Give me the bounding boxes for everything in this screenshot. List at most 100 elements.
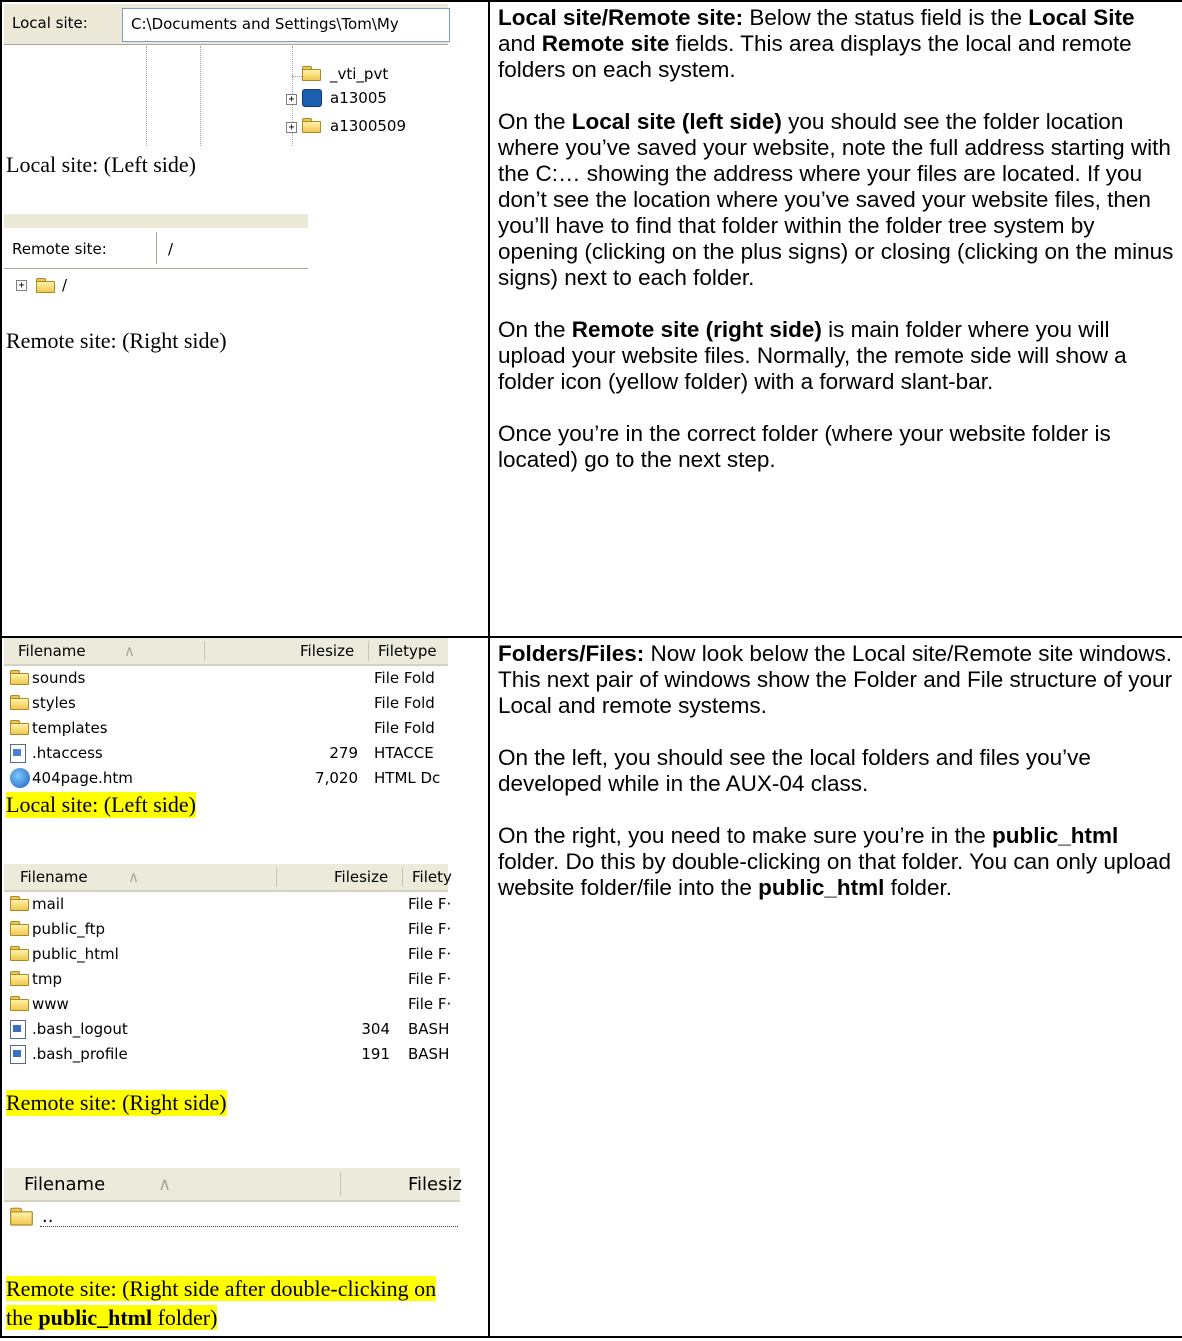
local-list-header: Filename ∧ Filesize Filetype [4, 638, 448, 666]
bold-text: public_html [758, 875, 885, 900]
text-cell-file-lists: Folders/Files: Now look below the Local … [488, 636, 1182, 1338]
folder-icon [10, 996, 29, 1011]
list-item-type: File Fold [374, 694, 435, 712]
list-item[interactable]: mail File F· [10, 892, 452, 916]
list-item-name: .bash_profile [32, 1045, 128, 1063]
text: On the [498, 109, 572, 134]
column-header-filename[interactable]: Filename [20, 868, 88, 886]
folder-icon [302, 118, 321, 133]
folder-icon [10, 720, 29, 735]
list-item-name: www [32, 995, 69, 1013]
text: you should see the folder location where… [498, 109, 1174, 290]
paragraph: On the Remote site (right side) is main … [498, 317, 1176, 395]
local-site-path-field[interactable]: C:\Documents and Settings\Tom\My [122, 8, 450, 42]
paragraph: On the Local site (left side) you should… [498, 109, 1176, 291]
tree-item[interactable]: _vti_pvt [302, 62, 452, 86]
tree-item[interactable]: a1300509 [302, 114, 452, 138]
list-item-name: sounds [32, 669, 86, 687]
list-item-type: HTACCE [374, 744, 434, 762]
folder-icon [10, 896, 29, 911]
tree-item[interactable]: a13005 [302, 86, 452, 110]
list-item-type: BASH [408, 1020, 450, 1038]
column-header-filename[interactable]: Filename [18, 642, 86, 660]
tree-item-label: a13005 [330, 89, 387, 107]
list-item-name: .htaccess [32, 744, 103, 762]
list-item-name: public_html [32, 945, 119, 963]
list-item[interactable]: 404page.htm 7,020 HTML Dc [10, 766, 450, 790]
expand-plus-icon[interactable]: + [16, 280, 27, 291]
column-header-filetype[interactable]: Filetype [378, 642, 437, 660]
list-item-name: .. [42, 1206, 54, 1227]
local-list-caption: Local site: (Left side) [6, 792, 196, 818]
table-row: Local site: C:\Documents and Settings\To… [0, 0, 1182, 638]
list-item[interactable]: .bash_profile 191 BASH [10, 1042, 450, 1066]
list-item-type: File F· [408, 895, 452, 913]
folder-icon [10, 946, 29, 961]
list-item-name: 404page.htm [32, 769, 133, 787]
text: Below the status field is the [743, 5, 1029, 30]
column-header-filesize[interactable]: Filesiz [408, 1174, 462, 1195]
caption-bold: public_html [38, 1305, 153, 1330]
remote-site-caption: Remote site: (Right side) [6, 328, 227, 353]
paragraph: Once you’re in the correct folder (where… [498, 421, 1176, 473]
screenshot-cell-file-lists: Filename ∧ Filesize Filetype sounds File … [0, 636, 490, 1338]
text: On the left, you should see the local fo… [498, 745, 1091, 796]
bold-text: Local site/Remote site: [498, 5, 744, 30]
column-header-filesize[interactable]: Filesize [334, 868, 388, 886]
document-page: Local site: C:\Documents and Settings\To… [0, 0, 1182, 1341]
remote-site-path[interactable]: / [168, 240, 173, 258]
list-item[interactable]: public_ftp File F· [10, 917, 452, 941]
expand-plus-icon[interactable]: + [286, 94, 297, 105]
folder-icon [36, 278, 55, 293]
text: On the [498, 317, 572, 342]
list-item[interactable]: sounds File Fold [10, 666, 450, 690]
folder-icon [10, 670, 29, 685]
list-item-type: File F· [408, 920, 452, 938]
local-site-path: C:\Documents and Settings\Tom\My [131, 15, 399, 33]
caption-text: folder) [152, 1305, 218, 1330]
list-item-type: File F· [408, 970, 452, 988]
web-folder-icon [302, 89, 322, 107]
remote-list-after-header: Filename ∧ Filesiz [4, 1168, 462, 1202]
bold-text: Local Site [1028, 5, 1135, 30]
list-item[interactable]: www File F· [10, 992, 451, 1016]
column-header-filetype[interactable]: Filety [412, 868, 452, 886]
local-site-caption: Local site: (Left side) [6, 152, 196, 177]
folder-icon [10, 695, 29, 710]
tree-item-label: _vti_pvt [330, 65, 389, 83]
bold-text: Folders/Files: [498, 641, 645, 666]
list-item[interactable]: tmp File F· [10, 967, 452, 991]
column-header-filename[interactable]: Filename [24, 1174, 105, 1195]
list-item-size: 191 [361, 1045, 390, 1063]
list-item-name: tmp [32, 970, 63, 988]
list-item[interactable]: .bash_logout 304 BASH [10, 1017, 450, 1041]
screenshot-cell-site-fields: Local site: C:\Documents and Settings\To… [0, 0, 490, 638]
list-item[interactable]: templates File Fold [10, 716, 450, 740]
folder-icon [10, 921, 29, 936]
list-item-name: templates [32, 719, 108, 737]
paragraph: On the left, you should see the local fo… [498, 745, 1176, 797]
bold-text: Remote site (right side) [571, 317, 822, 342]
column-header-filesize[interactable]: Filesize [300, 642, 354, 660]
text: Once you’re in the correct folder (where… [498, 421, 1111, 472]
file-icon [10, 744, 26, 763]
table-row: Filename ∧ Filesize Filetype sounds File … [0, 636, 1182, 1338]
expand-plus-icon[interactable]: + [286, 122, 297, 133]
bold-text: Local site (left side) [571, 109, 782, 134]
list-item-name: styles [32, 694, 76, 712]
bold-text: public_html [992, 823, 1119, 848]
text: On the right, you need to make sure you’… [498, 823, 993, 848]
list-item[interactable]: public_html File F· [10, 942, 452, 966]
remote-tree-root[interactable]: / [62, 276, 67, 294]
list-item-name: mail [32, 895, 65, 913]
list-item-type: File F· [408, 945, 452, 963]
sort-arrow-icon: ∧ [158, 1174, 172, 1195]
folder-icon [10, 971, 29, 986]
list-item[interactable]: .. [10, 1204, 458, 1230]
tree-item-label: a1300509 [330, 117, 406, 135]
bold-text: Remote site [541, 31, 670, 56]
list-item[interactable]: styles File Fold [10, 691, 450, 715]
sort-arrow-icon: ∧ [124, 642, 135, 660]
list-item-name: .bash_logout [32, 1020, 128, 1038]
list-item[interactable]: .htaccess 279 HTACCE [10, 741, 450, 765]
